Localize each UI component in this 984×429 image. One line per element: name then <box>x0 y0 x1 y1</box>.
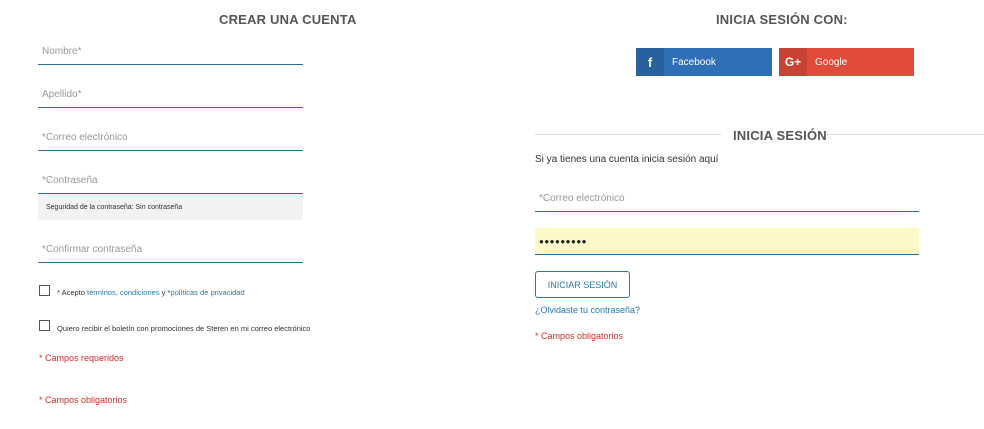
register-email-field[interactable] <box>38 124 303 151</box>
last-name-field[interactable] <box>38 81 303 108</box>
newsletter-checkbox[interactable] <box>39 320 50 331</box>
terms-prefix: * Acepto <box>57 288 88 297</box>
first-name-input[interactable] <box>38 38 303 64</box>
google-plus-icon: G+ <box>779 48 807 76</box>
google-button[interactable]: G+ Google <box>779 48 914 76</box>
social-login-title: INICIA SESIÓN CON: <box>716 12 848 27</box>
login-password-value[interactable]: ●●●●●●●●● <box>535 228 919 255</box>
mandatory-fields-note-left: * Campos obligatorios <box>39 395 128 405</box>
login-email-field[interactable] <box>535 185 919 212</box>
password-strength-meter: Seguridad de la contraseña: Sin contrase… <box>38 194 303 220</box>
terms-checkbox[interactable] <box>39 285 50 296</box>
terms-link[interactable]: términos, condiciones <box>87 288 160 297</box>
required-fields-note: * Campos requeridos <box>39 353 124 363</box>
first-name-field[interactable] <box>38 38 303 65</box>
terms-label: * Acepto términos, condiciones y *políti… <box>57 288 245 297</box>
register-password-field[interactable] <box>38 167 303 194</box>
terms-mid: y * <box>159 288 171 297</box>
mandatory-fields-note-right: * Campos obligatorios <box>535 331 624 341</box>
register-email-input[interactable] <box>38 124 303 150</box>
password-strength-text: Seguridad de la contraseña: Sin contrase… <box>46 203 183 211</box>
confirm-password-field[interactable] <box>38 236 303 263</box>
google-label: Google <box>815 56 848 68</box>
confirm-password-input[interactable] <box>38 236 303 262</box>
login-password-field[interactable]: ●●●●●●●●● <box>535 228 919 255</box>
login-subtitle: Si ya tienes una cuenta inicia sesión aq… <box>535 154 719 165</box>
register-password-input[interactable] <box>38 167 303 193</box>
login-button[interactable]: INICIAR SESIÓN <box>535 271 630 298</box>
privacy-link[interactable]: políticas de privacidad <box>170 288 244 297</box>
login-email-input[interactable] <box>535 185 919 211</box>
login-title: INICIA SESIÓN <box>733 128 827 143</box>
forgot-password-link[interactable]: ¿Olvidaste tu contraseña? <box>535 305 640 315</box>
register-title: CREAR UNA CUENTA <box>219 12 357 27</box>
facebook-label: Facebook <box>672 56 716 68</box>
newsletter-label: Quiero recibir el boletín con promocione… <box>57 324 311 333</box>
facebook-button[interactable]: f Facebook <box>636 48 772 76</box>
facebook-icon: f <box>636 48 664 76</box>
last-name-input[interactable] <box>38 81 303 107</box>
login-divider-right <box>827 134 984 135</box>
login-divider-left <box>535 134 721 135</box>
